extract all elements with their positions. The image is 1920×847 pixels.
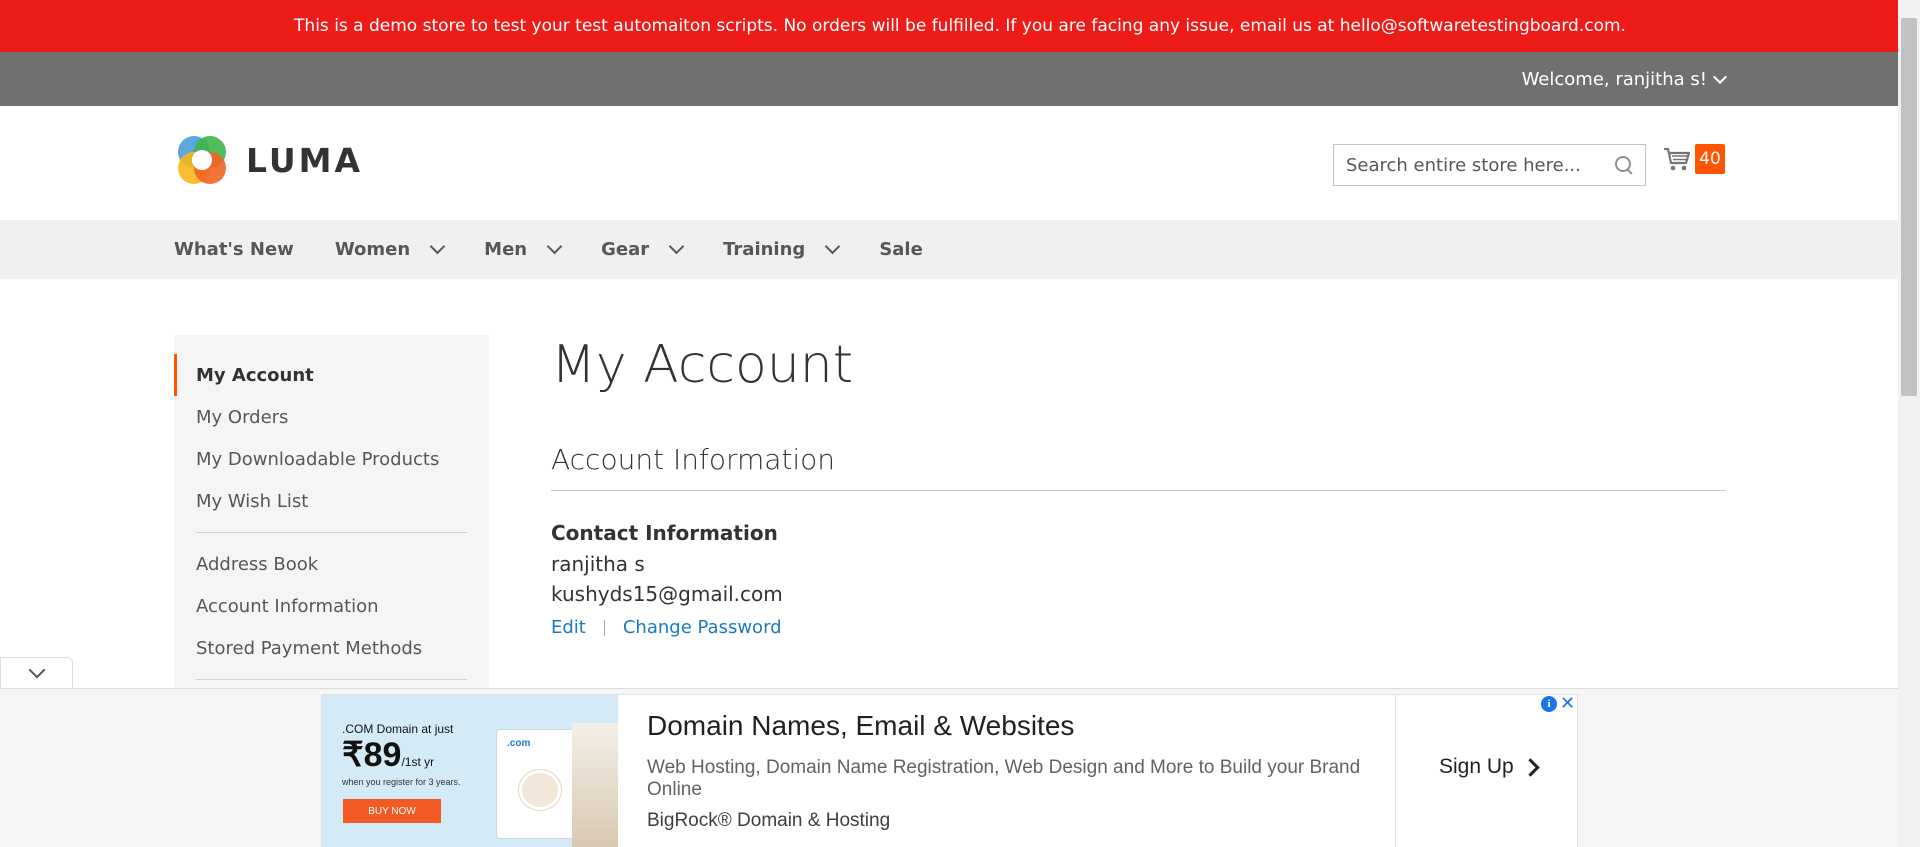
nav-item-women[interactable]: Women — [334, 238, 446, 260]
contact-email: kushyds15@gmail.com — [551, 582, 783, 606]
sidebar-item-address-book[interactable]: Address Book — [174, 543, 489, 585]
sidebar-item-label: My Downloadable Products — [196, 448, 440, 470]
ad-divider — [1395, 695, 1396, 847]
sidebar-item-label: Account Information — [196, 595, 379, 617]
sidebar-item-wish-list[interactable]: My Wish List — [174, 480, 489, 522]
edit-link[interactable]: Edit — [551, 617, 586, 638]
contact-name: ranjitha s — [551, 552, 645, 576]
sidebar-divider — [196, 679, 467, 680]
ad-com-label: .com — [507, 738, 531, 749]
nav-item-gear[interactable]: Gear — [601, 238, 685, 260]
section-title: Account Information — [551, 443, 1726, 491]
scrollbar-thumb[interactable] — [1901, 18, 1917, 396]
minicart[interactable]: 40 — [1663, 144, 1725, 174]
site-header: LUMA 40 — [0, 106, 1920, 220]
main-navigation: What's New Women Men Gear Training Sale — [0, 220, 1920, 279]
page-title: My Account — [551, 335, 854, 395]
luma-logo-icon — [174, 132, 230, 188]
nav-item-label: Sale — [879, 239, 923, 260]
sidebar-item-downloadable-products[interactable]: My Downloadable Products — [174, 438, 489, 480]
main-content-area: My Account My Orders My Downloadable Pro… — [0, 279, 1920, 702]
contact-actions: Edit Change Password — [551, 617, 1726, 638]
nav-item-label: Training — [723, 239, 806, 260]
ad-brand: BigRock® Domain & Hosting — [647, 810, 891, 831]
sidebar-item-label: Address Book — [196, 553, 319, 575]
ad-description: Web Hosting, Domain Name Registration, W… — [647, 757, 1361, 800]
ad-collapse-button[interactable] — [0, 657, 73, 688]
shopping-cart-icon — [1664, 147, 1691, 171]
ad-unit[interactable]: .COM Domain at just ₹89/1st yr when you … — [321, 693, 1578, 847]
demo-store-banner: This is a demo store to test your test a… — [0, 0, 1920, 52]
page-scrollbar[interactable] — [1898, 0, 1920, 847]
ad-thumb-price: ₹89/1st yr — [342, 735, 434, 775]
chevron-down-icon — [28, 661, 45, 679]
nav-item-label: Women — [334, 239, 411, 260]
demo-banner-text: This is a demo store to test your test a… — [294, 16, 1626, 36]
sidebar-item-label: Stored Payment Methods — [196, 637, 423, 659]
sidebar-item-my-account[interactable]: My Account — [174, 354, 489, 396]
sidebar-item-stored-payment-methods[interactable]: Stored Payment Methods — [174, 627, 489, 669]
ad-photo — [572, 723, 618, 847]
chevron-down-icon — [546, 238, 563, 255]
contact-info-title: Contact Information — [551, 521, 778, 545]
account-sidebar: My Account My Orders My Downloadable Pro… — [174, 335, 489, 702]
ad-thumb-offer: .COM Domain at just — [342, 722, 454, 736]
sidebar-item-label: My Account — [196, 364, 314, 386]
chevron-down-icon — [668, 238, 685, 255]
chevron-down-icon — [1712, 69, 1728, 84]
search-icon[interactable] — [1615, 156, 1633, 174]
search-box — [1333, 144, 1646, 186]
panel-header: Welcome, ranjitha s! — [0, 52, 1920, 106]
change-password-link[interactable]: Change Password — [623, 617, 782, 638]
ad-title[interactable]: Domain Names, Email & Websites — [647, 710, 1074, 742]
chevron-down-icon — [825, 238, 841, 255]
logo-text: LUMA — [246, 140, 364, 180]
action-separator — [603, 619, 605, 636]
ad-close-icon[interactable]: ✕ — [1560, 693, 1575, 714]
nav-item-sale[interactable]: Sale — [879, 239, 923, 260]
sidebar-item-label: My Orders — [196, 406, 289, 428]
store-logo[interactable]: LUMA — [174, 132, 363, 188]
sidebar-item-my-orders[interactable]: My Orders — [174, 396, 489, 438]
nav-item-label: Gear — [601, 239, 650, 260]
account-content: My Account Account Information Contact I… — [551, 335, 1726, 638]
chevron-down-icon — [429, 238, 446, 255]
nav-item-men[interactable]: Men — [484, 238, 563, 260]
ad-sign-up-button[interactable]: Sign Up — [1439, 755, 1540, 779]
ad-buy-now-button[interactable]: BUY NOW — [343, 799, 441, 823]
anchor-ad-bar: .COM Domain at just ₹89/1st yr when you … — [0, 688, 1898, 847]
customer-welcome-menu[interactable]: Welcome, ranjitha s! — [1521, 52, 1728, 106]
nav-item-label: Men — [484, 239, 528, 260]
chevron-right-icon — [1521, 757, 1540, 777]
sidebar-divider — [196, 532, 467, 533]
ad-thumb-price-value: ₹89 — [342, 736, 402, 774]
ad-product-image — [519, 770, 561, 810]
nav-item-label: What's New — [174, 239, 294, 260]
nav-item-whats-new[interactable]: What's New — [174, 239, 294, 260]
ad-image[interactable]: .COM Domain at just ₹89/1st yr when you … — [322, 695, 618, 847]
cart-count-badge: 40 — [1695, 144, 1725, 174]
sidebar-item-account-information[interactable]: Account Information — [174, 585, 489, 627]
ad-thumb-note: when you register for 3 years. — [342, 777, 461, 787]
ad-thumb-price-suffix: /1st yr — [401, 755, 435, 769]
nav-item-training[interactable]: Training — [723, 238, 841, 260]
welcome-text: Welcome, ranjitha s! — [1521, 68, 1707, 90]
search-input[interactable] — [1346, 154, 1615, 176]
ad-info-icon[interactable]: i — [1541, 696, 1557, 712]
ad-cta-label: Sign Up — [1439, 755, 1514, 778]
sidebar-item-label: My Wish List — [196, 490, 309, 512]
